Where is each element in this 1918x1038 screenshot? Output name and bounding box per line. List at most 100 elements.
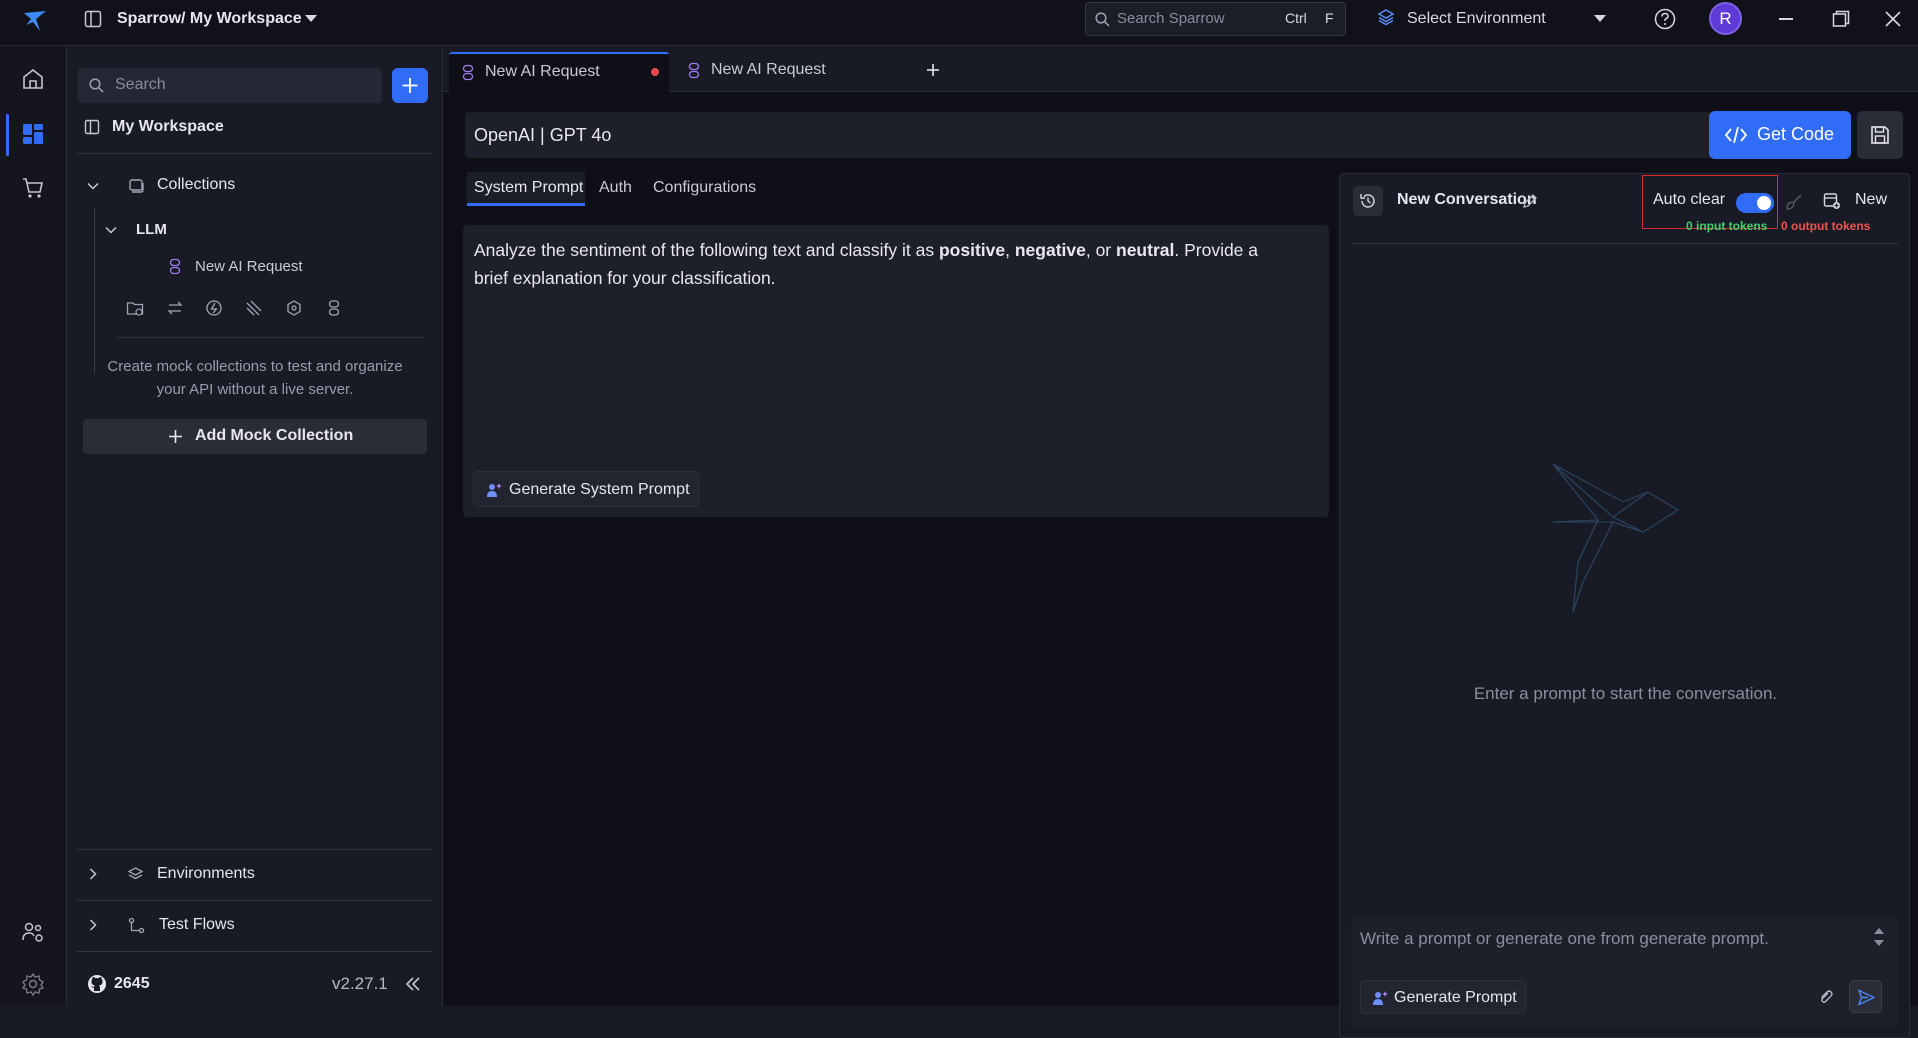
send-button[interactable]	[1849, 980, 1882, 1013]
add-button[interactable]	[392, 68, 428, 103]
get-code-button[interactable]: Get Code	[1709, 111, 1851, 159]
generate-prompt-label: Generate Prompt	[1394, 989, 1517, 1006]
settings-gear-icon[interactable]	[21, 972, 45, 996]
folder-label[interactable]: LLM	[136, 221, 167, 238]
chat-input-box: Write a prompt or generate one from gene…	[1351, 918, 1898, 1028]
divider	[76, 951, 433, 952]
workspace-dropdown-icon[interactable]	[304, 14, 318, 24]
workspace-label[interactable]: My Workspace	[112, 118, 224, 136]
github-icon[interactable]	[87, 974, 107, 994]
request-tab[interactable]: New AI Request	[675, 52, 895, 92]
prompt-text: Analyze the sentiment of the following t…	[474, 240, 939, 260]
new-conversation-button[interactable]: New	[1855, 191, 1887, 209]
test-flow-icon	[128, 917, 145, 934]
tree-guide	[94, 208, 95, 373]
mock-help-text: Create mock collections to test and orga…	[67, 355, 443, 401]
home-icon[interactable]	[21, 67, 45, 91]
prompt-line: Analyze the sentiment of the following t…	[474, 236, 1324, 264]
request-tab-active[interactable]: New AI Request	[449, 52, 669, 92]
minimize-icon[interactable]	[1779, 18, 1793, 20]
tab-label: New AI Request	[485, 63, 600, 80]
maximize-icon[interactable]	[1832, 10, 1850, 28]
websocket-icon[interactable]	[205, 299, 223, 317]
add-mock-collection-label: Add Mock Collection	[195, 427, 354, 444]
attachment-paperclip-icon[interactable]	[1818, 989, 1834, 1005]
generate-system-prompt-button[interactable]: Generate System Prompt	[473, 471, 699, 507]
chevron-down-icon[interactable]	[86, 179, 100, 193]
ai-request-icon	[168, 258, 182, 276]
plus-icon	[168, 429, 183, 444]
sparrow-bird-illustration-icon	[1543, 462, 1683, 612]
chevron-right-icon[interactable]	[86, 918, 100, 932]
save-button[interactable]	[1857, 111, 1903, 159]
socketio-icon[interactable]	[245, 299, 263, 317]
history-icon	[1359, 192, 1377, 210]
generate-prompt-button[interactable]: Generate Prompt	[1360, 980, 1526, 1014]
tab-label: New AI Request	[711, 61, 826, 78]
new-chat-icon[interactable]	[1823, 192, 1841, 210]
system-prompt-text: Analyze the sentiment of the following t…	[474, 236, 1324, 292]
collapse-sidebar-icon[interactable]	[404, 975, 422, 993]
close-icon[interactable]	[1885, 11, 1901, 27]
prompt-bold-positive: positive	[938, 240, 1006, 260]
global-search[interactable]: Search Sparrow Ctrl F	[1085, 2, 1346, 36]
search-icon	[89, 78, 104, 93]
shortcut-f-key: F	[1325, 10, 1334, 26]
layout-icon	[84, 10, 102, 28]
prompt-line: brief explanation for your classificatio…	[474, 268, 776, 288]
sidebar-search[interactable]: Search	[78, 68, 382, 103]
tab-system-prompt[interactable]: System Prompt	[467, 172, 585, 206]
chevron-right-icon[interactable]	[86, 867, 100, 881]
auto-clear-toggle[interactable]	[1736, 193, 1774, 213]
ai-request-add-icon[interactable]	[325, 299, 343, 317]
model-name: OpenAI | GPT 4o	[474, 125, 612, 145]
workspace-title[interactable]: Sparrow/ My Workspace	[117, 10, 302, 28]
ai-sparkle-user-icon	[1372, 990, 1388, 1006]
environments-label[interactable]: Environments	[157, 865, 255, 883]
empty-conversation-message: Enter a prompt to start the conversation…	[1473, 684, 1778, 703]
tab-auth[interactable]: Auth	[599, 179, 632, 197]
marketplace-cart-icon[interactable]	[21, 176, 45, 200]
divider	[1351, 243, 1898, 244]
divider	[117, 337, 423, 338]
chat-panel: New Conversation Auto clear New 0 input …	[1339, 173, 1910, 1038]
system-prompt-editor[interactable]: Analyze the sentiment of the following t…	[463, 225, 1329, 517]
code-icon	[1725, 126, 1747, 144]
tab-system-prompt-label: System Prompt	[474, 179, 584, 196]
github-stars: 2645	[114, 975, 150, 992]
environment-dropdown-icon[interactable]	[1593, 14, 1607, 24]
prompt-text: ,	[1005, 240, 1015, 260]
new-folder-icon[interactable]	[126, 299, 144, 317]
new-tab-plus-icon[interactable]	[926, 63, 940, 77]
ai-sparkle-user-icon	[486, 482, 502, 498]
global-search-placeholder: Search Sparrow	[1117, 10, 1225, 27]
edit-pencil-icon[interactable]	[1522, 193, 1538, 209]
active-indicator	[6, 114, 9, 156]
add-mock-collection-button[interactable]: Add Mock Collection	[83, 419, 427, 454]
tab-configurations[interactable]: Configurations	[653, 179, 756, 197]
collections-label[interactable]: Collections	[157, 176, 235, 194]
resize-arrows-icon[interactable]	[1872, 925, 1886, 949]
graphql-icon[interactable]	[285, 299, 303, 317]
model-selector[interactable]: OpenAI | GPT 4o	[465, 112, 1723, 158]
mock-help-line: your API without a live server.	[156, 381, 354, 398]
user-avatar[interactable]: R	[1709, 2, 1742, 35]
sidebar-request-item[interactable]: New AI Request	[195, 258, 303, 275]
divider	[76, 900, 433, 901]
chat-input-placeholder[interactable]: Write a prompt or generate one from gene…	[1360, 929, 1860, 949]
rest-request-icon[interactable]	[166, 299, 184, 317]
prompt-bold-neutral: neutral	[1116, 240, 1175, 260]
collections-stack-icon	[127, 177, 145, 195]
environment-select[interactable]: Select Environment	[1407, 10, 1546, 28]
help-icon[interactable]	[1654, 8, 1676, 30]
shortcut-ctrl-key: Ctrl	[1285, 10, 1307, 26]
history-button[interactable]	[1353, 186, 1383, 216]
prompt-text: , or	[1085, 240, 1116, 260]
collections-icon[interactable]	[21, 122, 45, 146]
broom-clear-icon[interactable]	[1785, 193, 1803, 211]
chevron-down-icon[interactable]	[104, 223, 118, 237]
team-settings-icon[interactable]	[21, 920, 45, 944]
sidebar: Search My Workspace Collections LLM New …	[67, 46, 443, 1006]
divider	[76, 849, 433, 850]
testflows-label[interactable]: Test Flows	[159, 916, 235, 934]
